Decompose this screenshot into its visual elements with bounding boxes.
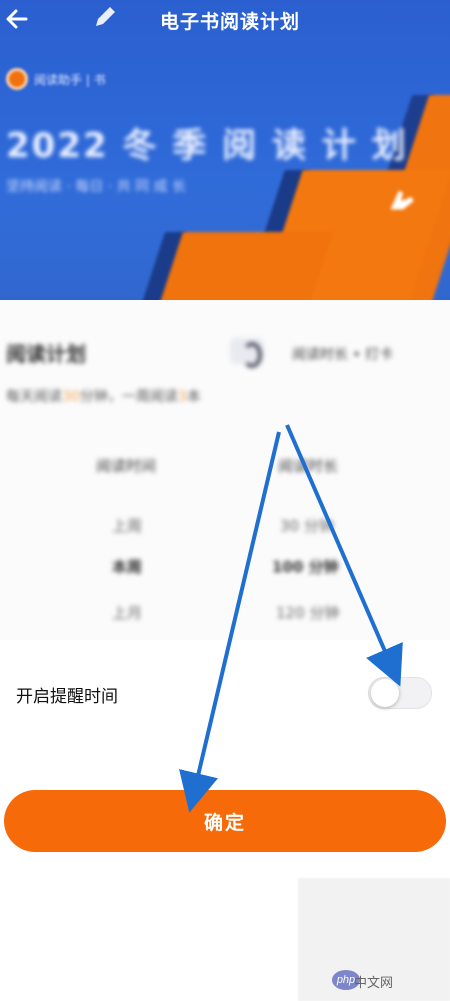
arrow-left-icon [6, 9, 28, 29]
column-header: 阅读时长 [278, 457, 339, 475]
brand-row: 阅读助手 | 书 [6, 68, 106, 90]
table-cell: 30 分钟 [280, 517, 334, 535]
toggle-knob [371, 679, 399, 707]
table-row: 上月 120 分钟 [0, 594, 450, 630]
desc-highlight: 30 [62, 389, 80, 405]
table-row: 本周 100 分钟 [0, 548, 450, 584]
plan-tag: 阅读时长 • 打卡 [292, 347, 394, 363]
table-cell: 100 分钟 [272, 558, 339, 576]
banner-subheading: 坚持阅读 · 每日 · 共 同 成 长 [6, 179, 187, 195]
banner-heading: 2022 冬 季 阅 读 计 划 [6, 126, 408, 166]
confirm-button[interactable]: 确定 [4, 790, 446, 852]
plan-description: 每天阅读30分钟，一周阅读3本 [6, 386, 201, 406]
banner-decoration [157, 232, 333, 300]
page-title: 电子书阅读计划 [159, 10, 300, 33]
plan-icon [230, 338, 264, 368]
column-header: 阅读时间 [96, 457, 157, 475]
table-header: 阅读时间 阅读时长 [0, 445, 450, 485]
brand-logo-icon [6, 68, 28, 90]
watermark-text: 中文网 [354, 975, 394, 990]
desc-prefix: 每天阅读 [6, 389, 62, 405]
hand-icon [390, 190, 414, 210]
desc-middle: 分钟，一周阅读 [79, 389, 178, 405]
pen-icon [96, 7, 115, 26]
back-button[interactable] [4, 6, 34, 34]
plan-name: 阅读计划 [6, 342, 86, 366]
table-cell: 120 分钟 [276, 604, 340, 622]
table-cell: 上周 [112, 517, 143, 535]
table-cell: 上月 [112, 604, 143, 622]
reminder-toggle[interactable] [368, 677, 432, 709]
table-cell: 本周 [112, 558, 143, 576]
brand-text: 阅读助手 | 书 [34, 72, 106, 87]
nav-bar: 电子书阅读计划 [0, 0, 450, 40]
desc-suffix: 本 [186, 389, 201, 405]
desc-highlight: 3 [177, 389, 187, 405]
table-row: 上周 30 分钟 [0, 507, 450, 543]
plan-card: 阅读计划 阅读时长 • 打卡 每天阅读30分钟，一周阅读3本 阅读时间 阅读时长… [0, 300, 450, 640]
header-banner: 阅读助手 | 书 2022 冬 季 阅 读 计 划 坚持阅读 · 每日 · 共 … [0, 0, 450, 300]
reminder-label: 开启提醒时间 [16, 687, 118, 707]
